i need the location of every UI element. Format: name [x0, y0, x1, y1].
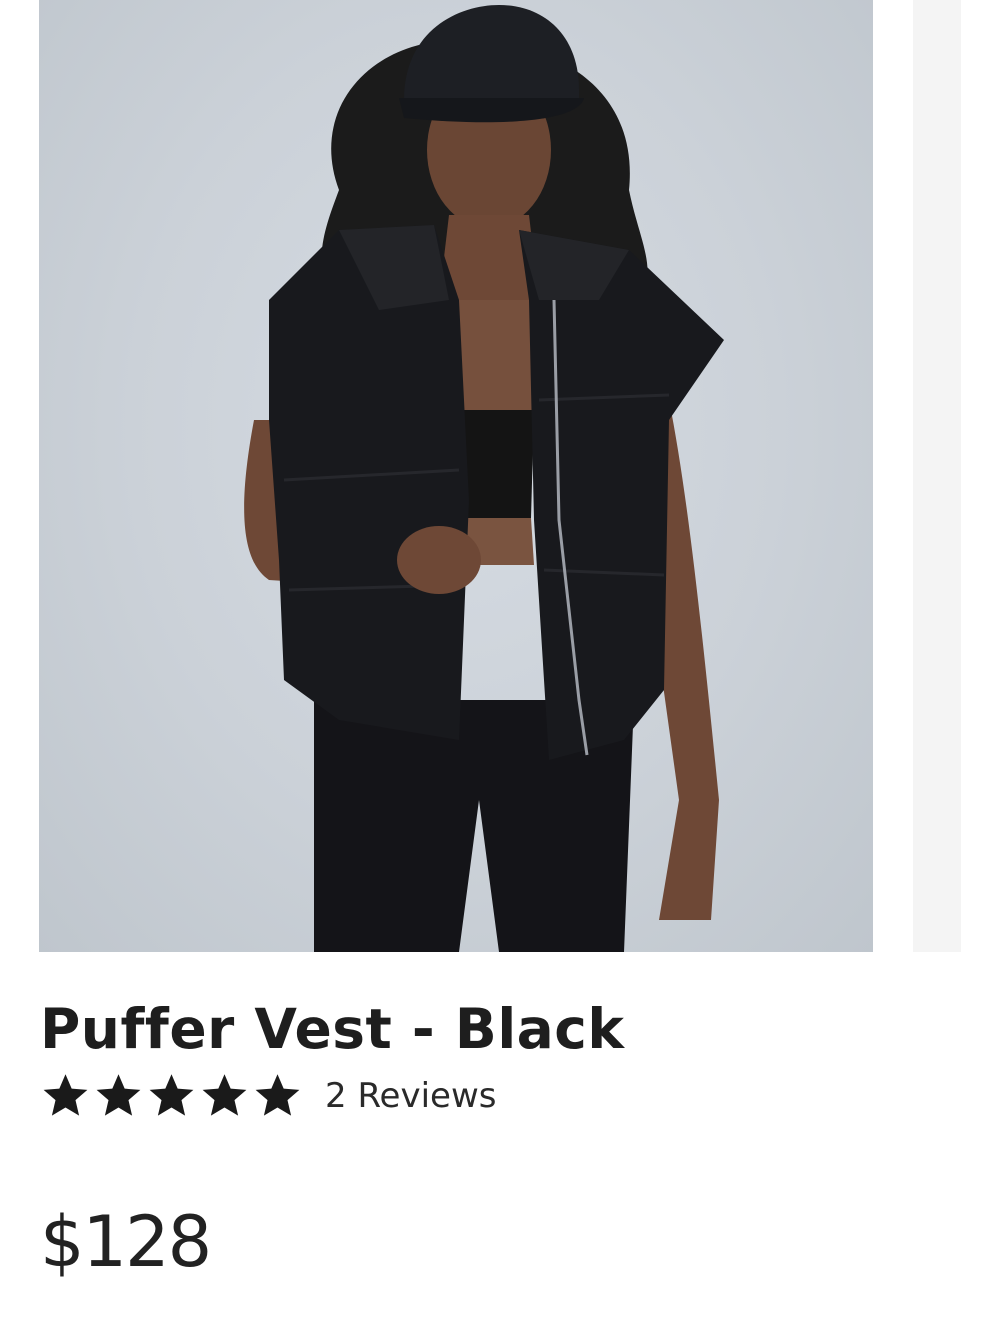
next-product-image[interactable] [913, 0, 961, 952]
reviews-link[interactable]: 2 Reviews [325, 1076, 496, 1116]
product-image-carousel[interactable] [0, 0, 1000, 952]
star-icon [146, 1071, 197, 1122]
star-rating [40, 1071, 303, 1122]
star-icon [199, 1071, 250, 1122]
star-icon [93, 1071, 144, 1122]
star-icon [252, 1071, 303, 1122]
star-icon [40, 1071, 91, 1122]
product-price: $128 [40, 1201, 212, 1283]
product-photo-illustration [244, 5, 724, 952]
product-rating[interactable]: 2 Reviews [40, 1068, 496, 1124]
product-title: Puffer Vest - Black [40, 997, 625, 1061]
product-image[interactable] [39, 0, 873, 952]
